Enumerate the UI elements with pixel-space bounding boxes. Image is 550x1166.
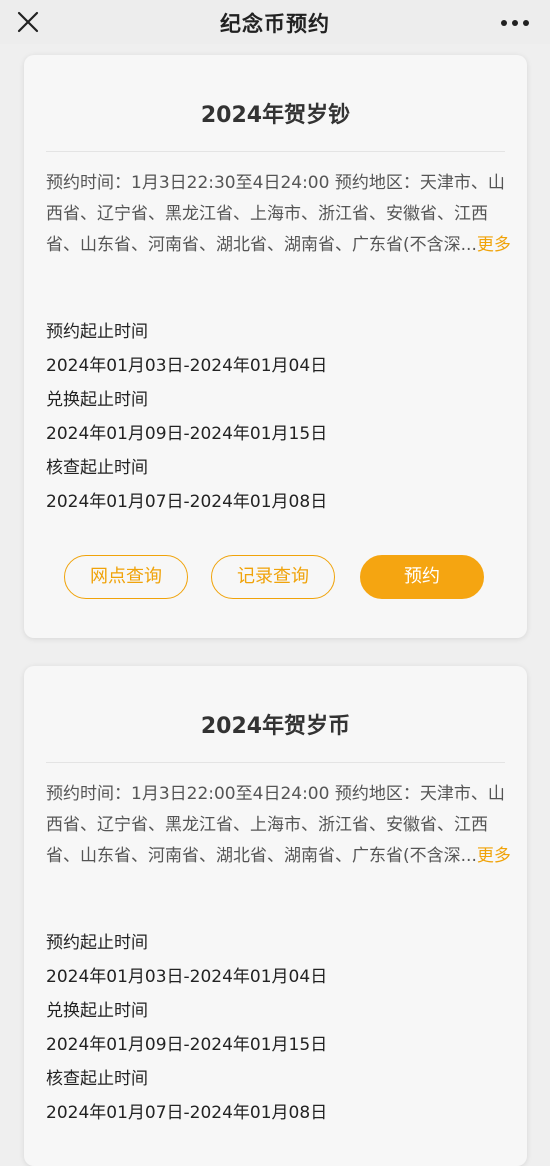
page-title: 纪念币预约	[220, 12, 330, 36]
divider	[46, 151, 505, 152]
schedule-list: 预约起止时间 2024年01月03日-2024年01月04日 兑换起止时间 20…	[46, 315, 327, 519]
coin-card-coin: 2024年贺岁币 预约时间：1月3日22:00至4日24:00 预约地区：天津市…	[24, 666, 527, 1166]
verify-period-value: 2024年01月07日-2024年01月08日	[46, 492, 328, 512]
coin-card-banknote: 2024年贺岁钞 预约时间：1月3日22:30至4日24:00 预约地区：天津市…	[24, 55, 527, 638]
reserve-period-value: 2024年01月03日-2024年01月04日	[46, 967, 328, 987]
exchange-period-value: 2024年01月09日-2024年01月15日	[46, 1035, 328, 1055]
exchange-period-value: 2024年01月09日-2024年01月15日	[46, 424, 328, 444]
verify-period-label: 核查起止时间	[46, 1069, 148, 1089]
reserve-period-label: 预约起止时间	[46, 933, 148, 953]
card-title: 2024年贺岁币	[200, 714, 351, 739]
reserve-period-value: 2024年01月03日-2024年01月04日	[46, 356, 328, 376]
verify-period-label: 核查起止时间	[46, 458, 148, 478]
more-link[interactable]: 更多	[477, 846, 511, 866]
schedule-list: 预约起止时间 2024年01月03日-2024年01月04日 兑换起止时间 20…	[46, 926, 327, 1130]
exchange-period-label: 兑换起止时间	[46, 1001, 148, 1021]
divider	[46, 762, 505, 763]
verify-period-value: 2024年01月07日-2024年01月08日	[46, 1103, 328, 1123]
description-text: 预约时间：1月3日22:00至4日24:00 预约地区：天津市、山西省、辽宁省、…	[46, 784, 505, 866]
reserve-period-label: 预约起止时间	[46, 322, 148, 342]
more-dots-icon	[501, 20, 529, 26]
description-text: 预约时间：1月3日22:30至4日24:00 预约地区：天津市、山西省、辽宁省、…	[46, 173, 505, 255]
card-title: 2024年贺岁钞	[200, 103, 351, 128]
top-bar: 纪念币预约	[0, 0, 550, 44]
card-description: 预约时间：1月3日22:30至4日24:00 预约地区：天津市、山西省、辽宁省、…	[46, 168, 514, 261]
record-query-button[interactable]: 记录查询	[211, 555, 335, 599]
exchange-period-label: 兑换起止时间	[46, 390, 148, 410]
more-menu-button[interactable]	[498, 15, 532, 29]
card-description: 预约时间：1月3日22:00至4日24:00 预约地区：天津市、山西省、辽宁省、…	[46, 779, 514, 872]
more-link[interactable]: 更多	[477, 235, 511, 255]
branch-query-button[interactable]: 网点查询	[64, 555, 188, 599]
reserve-button[interactable]: 预约	[360, 555, 484, 599]
